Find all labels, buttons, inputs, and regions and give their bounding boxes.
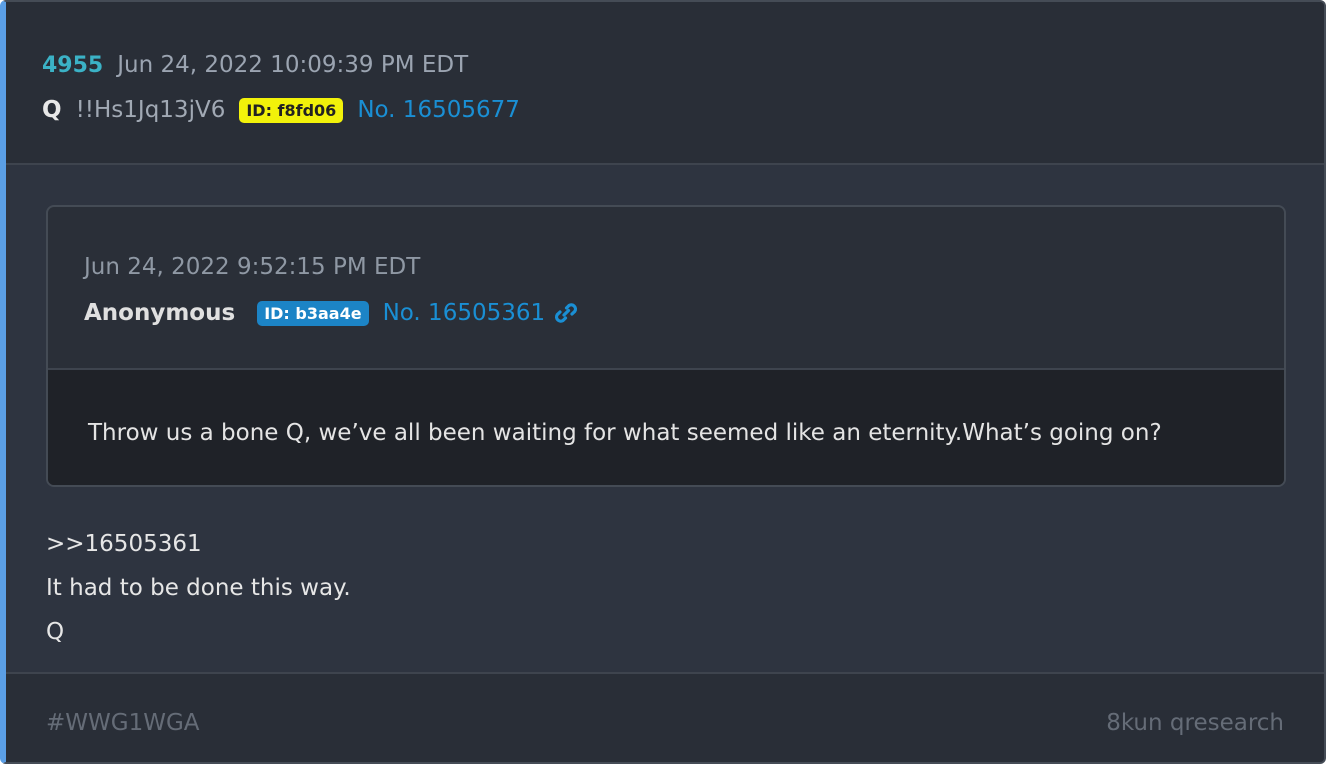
post-number[interactable]: 4955 — [42, 53, 103, 78]
quoted-post: Jun 24, 2022 9:52:15 PM EDT Anonymous ID… — [46, 205, 1286, 487]
post-id-badge: ID: f8fd06 — [239, 97, 344, 123]
post-date: Jun 24, 2022 10:09:39 PM EDT — [117, 52, 469, 78]
quoted-author-row: Anonymous ID: b3aa4e No. 16505361 — [84, 296, 579, 330]
post-signature: Q — [46, 619, 65, 645]
post-tripcode: !!Hs1Jq13jV6 — [75, 97, 226, 123]
source-label: 8kun qresearch — [1106, 710, 1284, 736]
quoted-post-author: Anonymous — [84, 300, 236, 326]
post-header: 4955 Jun 24, 2022 10:09:39 PM EDT Q !!Hs… — [6, 2, 1324, 165]
post-body: >>16505361 It had to be done this way. Q — [46, 528, 351, 660]
post-body-line: It had to be done this way. — [46, 575, 351, 601]
post-footer: #WWG1WGA 8kun qresearch — [6, 672, 1324, 762]
post-meta-row: 4955 Jun 24, 2022 10:09:39 PM EDT — [42, 50, 468, 80]
quoted-post-text: Throw us a bone Q, we’ve all been waitin… — [88, 420, 1162, 446]
post-card: 4955 Jun 24, 2022 10:09:39 PM EDT Q !!Hs… — [0, 0, 1326, 764]
link-icon[interactable] — [553, 300, 579, 326]
quoted-post-number-link[interactable]: No. 16505361 — [383, 300, 546, 326]
post-author: Q — [42, 97, 62, 123]
post-number-link[interactable]: No. 16505677 — [357, 97, 520, 123]
quoted-post-body: Throw us a bone Q, we’ve all been waitin… — [48, 368, 1284, 485]
quoted-post-date: Jun 24, 2022 9:52:15 PM EDT — [84, 254, 421, 280]
hashtag: #WWG1WGA — [46, 710, 200, 736]
reply-reference-link[interactable]: >>16505361 — [46, 528, 351, 572]
quoted-post-id-badge: ID: b3aa4e — [257, 300, 369, 326]
post-author-row: Q !!Hs1Jq13jV6 ID: f8fd06 No. 16505677 — [42, 94, 520, 126]
